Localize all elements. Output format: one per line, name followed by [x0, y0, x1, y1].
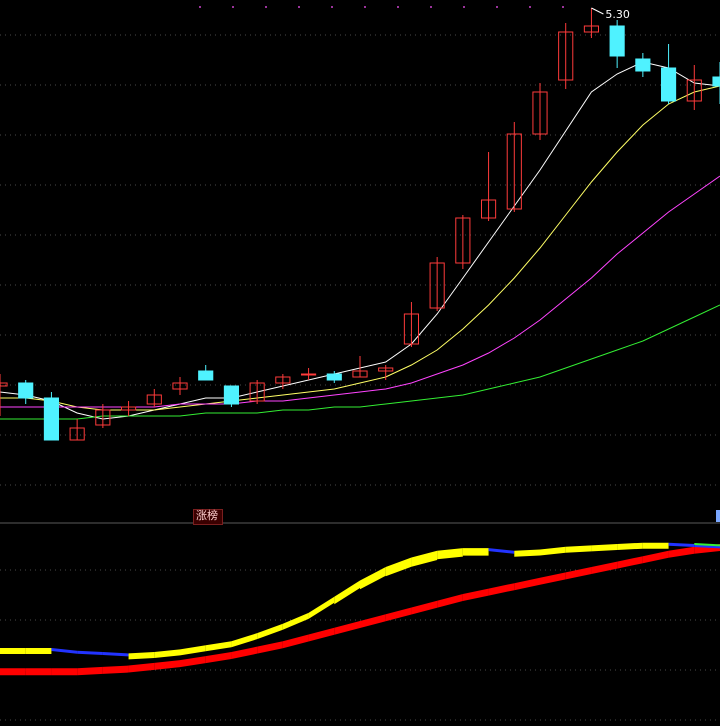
- top-marker-dot: [265, 6, 267, 8]
- red-band-segment: [102, 665, 129, 674]
- red-band-segment: [77, 666, 103, 676]
- top-marker-dot: [430, 6, 432, 8]
- candle-body: [635, 58, 651, 72]
- red-band-segment: [51, 668, 78, 676]
- red-band-segment: [0, 668, 26, 676]
- green-band-tail: [694, 543, 720, 547]
- yellow-band-segment: [462, 548, 489, 556]
- top-marker-dot: [562, 6, 564, 8]
- top-marker-dot: [397, 6, 399, 8]
- top-marker-dot: [463, 6, 465, 8]
- candle-body: [712, 76, 720, 87]
- edge-scroll-tab[interactable]: [716, 510, 720, 522]
- candle-body: [326, 373, 342, 381]
- candle-body: [661, 67, 677, 102]
- top-marker-dot: [298, 6, 300, 8]
- candle-body: [223, 385, 240, 405]
- top-marker-dot: [232, 6, 234, 8]
- top-marker-dot: [529, 6, 531, 8]
- yellow-band-segment: [642, 542, 669, 549]
- top-marker-dot: [331, 6, 333, 8]
- top-marker-dot: [199, 6, 201, 8]
- candle-body: [43, 397, 60, 441]
- indicator-badge-label: 涨榜: [196, 509, 218, 522]
- candle-body: [18, 382, 34, 399]
- yellow-band-segment: [0, 648, 26, 654]
- top-marker-dot: [496, 6, 498, 8]
- candle-body: [301, 373, 317, 376]
- high-price-label: 5.30: [605, 8, 630, 21]
- red-band-segment: [25, 668, 52, 676]
- yellow-band-segment: [25, 648, 52, 654]
- stock-chart: 5.30: [0, 0, 720, 726]
- candle-body: [609, 25, 625, 57]
- candle-body: [198, 370, 214, 381]
- top-marker-dot: [364, 6, 366, 8]
